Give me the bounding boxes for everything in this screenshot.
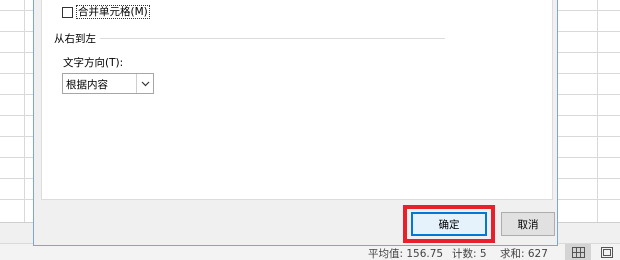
- cancel-button[interactable]: 取消: [501, 212, 555, 236]
- merge-cells-option[interactable]: 合并单元格(M): [62, 5, 150, 19]
- format-cells-dialog: 合并单元格(M) 从右到左 文字方向(T): 根据内容 确定 取消: [33, 0, 558, 246]
- page-layout-icon: [601, 247, 613, 258]
- page-layout-view-button[interactable]: [594, 244, 620, 260]
- status-count: 计数: 5: [452, 248, 487, 260]
- merge-cells-label[interactable]: 合并单元格(M): [76, 5, 150, 19]
- status-sum: 求和: 627: [500, 248, 548, 260]
- alignment-tab-panel: 合并单元格(M) 从右到左 文字方向(T): 根据内容: [41, 0, 553, 200]
- text-direction-value: 根据内容: [66, 79, 108, 91]
- ok-button[interactable]: 确定: [411, 212, 487, 236]
- grid-line: [24, 0, 25, 222]
- text-direction-select[interactable]: 根据内容: [62, 73, 154, 94]
- group-divider: [100, 38, 445, 39]
- text-direction-label: 文字方向(T):: [63, 57, 124, 69]
- status-average: 平均值: 156.75: [368, 248, 444, 260]
- normal-view-button[interactable]: [565, 244, 591, 260]
- chevron-down-icon[interactable]: [136, 74, 153, 93]
- rtl-group-title: 从右到左: [54, 33, 96, 45]
- grid-view-icon: [571, 247, 585, 258]
- grid-line: [597, 0, 598, 222]
- merge-cells-checkbox[interactable]: [62, 6, 73, 18]
